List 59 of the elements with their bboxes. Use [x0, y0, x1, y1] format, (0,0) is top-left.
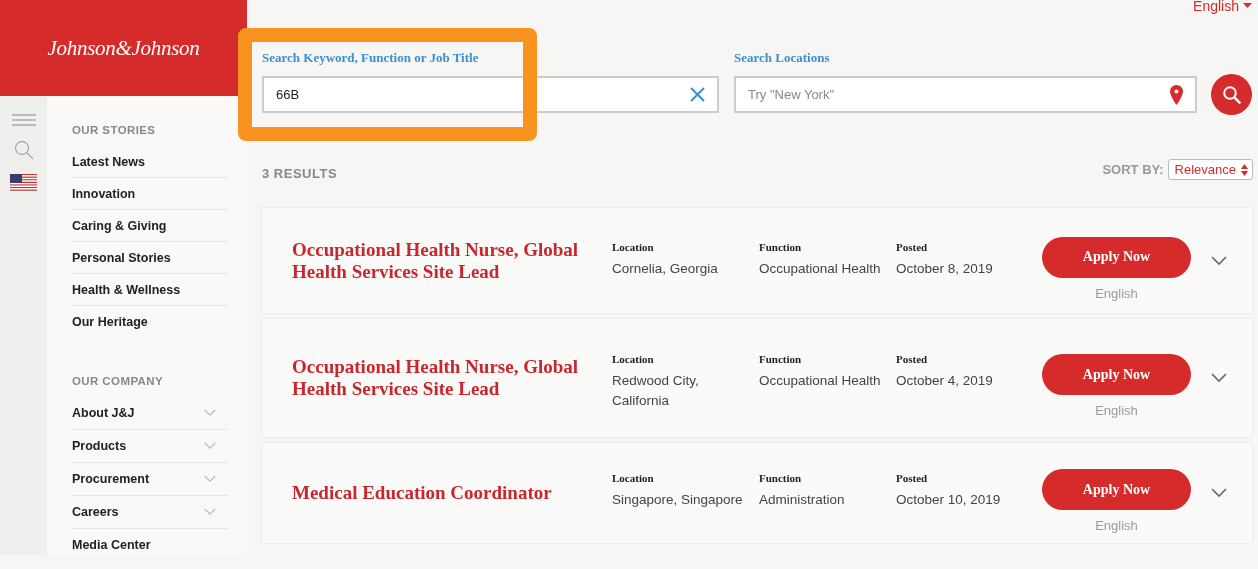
sort-dropdown[interactable]: Relevance — [1167, 159, 1253, 180]
section-heading: OUR STORIES — [72, 124, 157, 136]
job-language: English — [1095, 285, 1138, 301]
column-label: Posted — [896, 353, 929, 365]
caret-down-icon[interactable] — [1243, 3, 1252, 9]
job-function: Occupational Health — [759, 260, 882, 278]
logo[interactable]: Johnson&Johnson — [47, 35, 200, 61]
job-location: Redwood City, California — [612, 372, 700, 410]
column-label: Function — [759, 353, 803, 365]
language-selector[interactable]: English — [1193, 0, 1252, 13]
nav-link[interactable]: About J&J — [72, 406, 135, 420]
job-title[interactable]: Occupational Health Nurse, Global Health Services Site Lead — [292, 356, 612, 400]
section-heading: OUR COMPANY — [72, 375, 165, 387]
nav-link[interactable]: Caring & Giving — [72, 218, 167, 233]
column-label: Posted — [896, 472, 929, 484]
nav-link[interactable]: Health & Wellness — [72, 282, 181, 297]
nav-link[interactable]: Innovation — [72, 186, 136, 201]
job-title[interactable]: Occupational Health Nurse, Global Health Services Site Lead — [292, 238, 612, 283]
nav-link[interactable]: Personal Stories — [72, 250, 171, 265]
column-label: Posted — [896, 241, 929, 253]
location-pin-icon[interactable] — [1170, 84, 1183, 105]
apply-button[interactable]: Apply Now — [1042, 354, 1191, 395]
job-language: English — [1095, 403, 1138, 418]
field-label: Search Locations — [734, 50, 831, 66]
posted-date: October 10, 2019 — [896, 491, 1002, 509]
apply-button[interactable]: Apply Now — [1042, 469, 1191, 510]
field-label: Search Keyword, Function or Job Title — [262, 50, 480, 66]
nav-link[interactable]: Media Center — [72, 538, 151, 552]
nav-link[interactable]: Products — [72, 439, 127, 453]
sort-arrows-icon[interactable] — [1241, 163, 1248, 176]
column-label: Function — [759, 241, 803, 253]
clear-icon[interactable] — [690, 87, 705, 102]
results-count: 3 RESULTS — [262, 166, 338, 181]
chevron-down-icon[interactable] — [1211, 488, 1227, 498]
posted-date: October 8, 2019 — [896, 260, 994, 278]
nav-link[interactable]: Our Heritage — [72, 314, 148, 329]
flag-icon[interactable] — [10, 174, 37, 192]
location-field[interactable]: Try "New York" — [734, 76, 1197, 113]
job-title[interactable]: Medical Education Coordinator — [292, 482, 612, 504]
nav-link[interactable]: Careers — [72, 505, 119, 519]
sort-label: SORT BY: — [1102, 162, 1164, 177]
posted-date: October 4, 2019 — [896, 372, 994, 390]
column-label: Location — [612, 472, 655, 484]
chevron-down-icon[interactable] — [1211, 373, 1227, 383]
chevron-down-icon[interactable] — [1211, 255, 1227, 266]
search-icon[interactable] — [1221, 84, 1242, 105]
search-button[interactable] — [1211, 74, 1252, 115]
nav-link[interactable]: Latest News — [72, 154, 145, 169]
keyword-field[interactable]: 66B — [262, 76, 719, 113]
job-location: Singapore, Singapore — [612, 491, 744, 509]
column-label: Location — [612, 241, 655, 253]
column-label: Location — [612, 353, 655, 365]
job-language: English — [1095, 518, 1138, 533]
job-function: Occupational Health — [759, 372, 882, 390]
job-function: Administration — [759, 491, 846, 509]
job-location: Cornelia, Georgia — [612, 260, 719, 278]
column-label: Function — [759, 472, 803, 484]
apply-button[interactable]: Apply Now — [1042, 236, 1191, 278]
nav-link[interactable]: Procurement — [72, 472, 150, 486]
